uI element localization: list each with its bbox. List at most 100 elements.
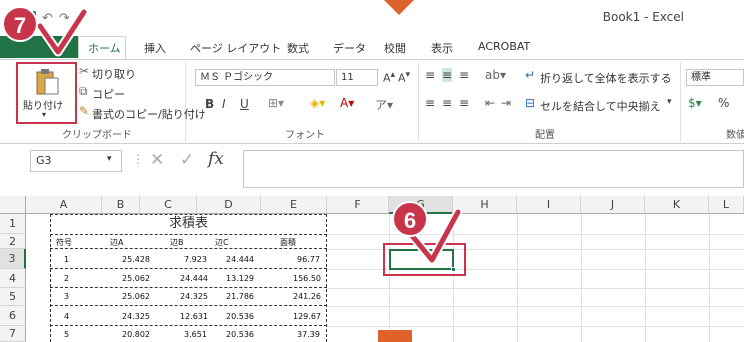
row-header-4[interactable]: 4 <box>0 269 26 288</box>
wrap-text-icon[interactable]: ↵ <box>525 68 535 82</box>
align-center-icon[interactable]: ≡ <box>442 96 452 110</box>
cancel-icon[interactable]: ✕ <box>150 150 164 170</box>
table-cell[interactable]: 20.536 <box>226 309 254 324</box>
font-color-icon[interactable]: A▾ <box>340 96 354 110</box>
copy-label[interactable]: コピー <box>92 86 125 102</box>
font-name-select[interactable]: ＭＳ Ｐゴシック <box>195 69 335 86</box>
paste-button[interactable]: 貼り付け ▾ <box>16 62 77 124</box>
shrink-font-icon[interactable]: A▾ <box>398 69 410 85</box>
redo-icon[interactable]: ↷ <box>59 11 70 26</box>
column-header-f[interactable]: F <box>327 196 389 214</box>
row-header-1[interactable]: 1 <box>0 214 26 234</box>
grow-font-icon[interactable]: A▴ <box>383 69 395 85</box>
tab-view[interactable]: 表示 <box>431 40 453 56</box>
table-cell[interactable]: 37.39 <box>297 327 320 342</box>
indent-increase-icon[interactable]: ⇥ <box>501 96 511 110</box>
phonetic-icon[interactable]: ア▾ <box>375 96 393 113</box>
table-cell[interactable]: 96.77 <box>297 252 320 267</box>
table-cell[interactable]: 25.062 <box>122 289 150 304</box>
row-header-5[interactable]: 5 <box>0 288 26 306</box>
undo-icon[interactable]: ↶ <box>42 11 53 26</box>
table-cell[interactable]: 1 <box>64 252 69 267</box>
tab-data[interactable]: データ <box>333 40 366 56</box>
name-box[interactable]: G3 ▾ <box>30 150 122 172</box>
table-cell[interactable]: 20.802 <box>122 327 150 342</box>
column-header-i[interactable]: I <box>517 196 581 214</box>
name-box-dropdown-icon[interactable]: ▾ <box>107 154 112 164</box>
tab-acrobat[interactable]: ACROBAT <box>478 40 530 53</box>
table-cell[interactable]: 24.444 <box>180 271 208 286</box>
column-header-b[interactable]: B <box>102 196 140 214</box>
table-cell[interactable]: 20.536 <box>226 327 254 342</box>
customize-qat-icon[interactable]: ≡ <box>76 13 84 24</box>
table-cell[interactable]: 2 <box>64 271 69 286</box>
copy-icon[interactable]: ⧉ <box>79 84 88 99</box>
table-cell[interactable]: 3 <box>64 289 69 304</box>
table-cell[interactable]: 4 <box>64 309 69 324</box>
border-icon[interactable]: ⊞▾ <box>268 96 284 110</box>
table-cell[interactable]: 5 <box>64 327 69 342</box>
column-header-a[interactable]: A <box>26 196 102 214</box>
cut-label[interactable]: 切り取り <box>92 66 136 82</box>
column-header-d[interactable]: D <box>197 196 261 214</box>
table-cell[interactable]: 7.923 <box>184 252 207 267</box>
column-header-l[interactable]: L <box>709 196 744 214</box>
table-cell[interactable]: 241.26 <box>293 289 321 304</box>
bold-button[interactable]: B <box>205 97 214 111</box>
table-cell[interactable]: 24.325 <box>180 289 208 304</box>
column-header-e[interactable]: E <box>261 196 327 214</box>
table-cell[interactable]: 12.631 <box>180 309 208 324</box>
column-header-c[interactable]: C <box>140 196 197 214</box>
tab-page-layout[interactable]: ページ レイアウト <box>190 40 281 56</box>
column-header-h[interactable]: H <box>453 196 517 214</box>
select-all-corner[interactable] <box>0 196 26 214</box>
number-format-select[interactable]: 標準 <box>686 69 744 86</box>
enter-icon[interactable]: ✓ <box>180 150 194 170</box>
row-header-3[interactable]: 3 <box>0 249 26 269</box>
paste-dropdown-icon[interactable]: ▾ <box>42 110 46 119</box>
tab-home-label[interactable]: ホーム <box>88 40 121 56</box>
active-cell-g3[interactable] <box>389 249 454 270</box>
merge-center-icon[interactable]: ⊟ <box>525 96 535 110</box>
table-cell[interactable]: 21.786 <box>226 289 254 304</box>
tab-insert[interactable]: 挿入 <box>144 40 166 56</box>
align-right-icon[interactable]: ≡ <box>459 96 469 110</box>
indent-decrease-icon[interactable]: ⇤ <box>485 96 495 110</box>
column-header-j[interactable]: J <box>581 196 645 214</box>
table-cell[interactable]: 24.325 <box>122 309 150 324</box>
table-cell[interactable]: 25.062 <box>122 271 150 286</box>
table-cell[interactable]: 13.129 <box>226 271 254 286</box>
italic-button[interactable]: I <box>222 97 226 111</box>
format-painter-label[interactable]: 書式のコピー/貼り付け <box>92 106 206 122</box>
row-header-2[interactable]: 2 <box>0 234 26 249</box>
cut-icon[interactable]: ✂ <box>79 64 89 78</box>
orientation-icon[interactable]: ab▾ <box>485 68 506 82</box>
fill-color-icon[interactable]: ◈▾ <box>310 96 325 110</box>
font-size-select[interactable]: 11 <box>336 69 378 86</box>
table-cell[interactable]: 25.428 <box>122 252 150 267</box>
align-middle-icon[interactable]: ≡ <box>442 68 453 82</box>
wrap-text-label[interactable]: 折り返して全体を表示する <box>540 70 672 86</box>
align-bottom-icon[interactable]: ≡ <box>459 68 469 82</box>
table-cell[interactable]: 3.651 <box>184 327 207 342</box>
column-header-k[interactable]: K <box>645 196 709 214</box>
formula-input[interactable] <box>243 150 744 188</box>
row-header-7[interactable]: 7 <box>0 326 26 342</box>
align-left-icon[interactable]: ≡ <box>425 96 435 110</box>
insert-function-icon[interactable]: fx <box>208 149 224 169</box>
align-top-icon[interactable]: ≡ <box>425 68 435 82</box>
row-header-6[interactable]: 6 <box>0 306 26 326</box>
percent-button[interactable]: % <box>718 96 729 110</box>
table-cell[interactable]: 129.67 <box>293 309 321 324</box>
tab-review[interactable]: 校閲 <box>384 40 406 56</box>
fill-handle[interactable] <box>451 267 456 272</box>
accounting-format-icon[interactable]: $▾ <box>688 96 702 110</box>
table-cell[interactable]: 156.50 <box>293 271 321 286</box>
merge-dropdown-icon[interactable]: ▾ <box>667 97 672 107</box>
underline-button[interactable]: U <box>240 97 249 111</box>
table-row: 5 20.802 3.651 20.536 37.39 <box>50 326 327 342</box>
tab-formulas[interactable]: 数式 <box>287 40 309 56</box>
format-painter-icon[interactable]: ✎ <box>79 104 89 118</box>
table-cell[interactable]: 24.444 <box>226 252 254 267</box>
merge-center-label[interactable]: セルを結合して中央揃え <box>540 98 661 114</box>
